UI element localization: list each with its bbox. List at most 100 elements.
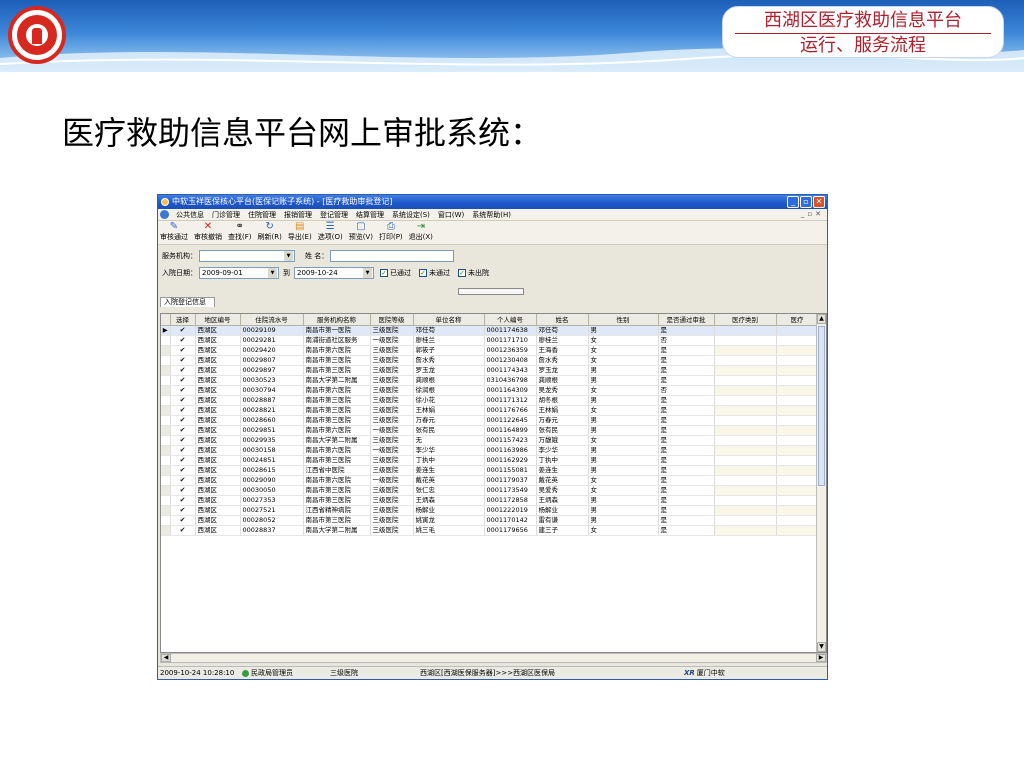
not-approved-checkbox[interactable]: ✓ — [419, 268, 427, 277]
minimize-button[interactable]: _ — [787, 196, 799, 208]
menu-outpatient[interactable]: 门诊管理 — [208, 210, 244, 220]
row-select-checkbox[interactable]: ✔ — [170, 355, 196, 366]
row-select-checkbox[interactable]: ✔ — [170, 505, 196, 516]
table-row[interactable]: ✔ 西湖区 00030050 南昌市第三医院 三级医院 张仁忠 0001173549 吴爱秀女… — [161, 485, 819, 496]
preview-button[interactable]: ▢ 预览(V) — [349, 221, 373, 242]
column-header[interactable]: 住院流水号 — [240, 314, 304, 326]
horizontal-scrollbar[interactable]: ◀ ▶ — [160, 653, 827, 663]
emblem-logo — [8, 6, 66, 64]
row-indicator — [161, 455, 171, 466]
splitter-handle[interactable] — [458, 288, 524, 295]
row-select-checkbox[interactable]: ✔ — [170, 335, 196, 346]
find-button[interactable]: ⚭ 查找(F) — [228, 221, 252, 242]
column-header[interactable]: 地区编号 — [195, 314, 241, 326]
table-row[interactable]: ✔ 西湖区 00028821 南昌市第三医院 三级医院 王林娟 0001176766 王林娟女… — [161, 405, 819, 416]
table-row[interactable]: ✔ 西湖区 00028660 南昌市第三医院 三级医院 万春元 0001122645 万春元男… — [161, 415, 819, 426]
scroll-left-arrow-icon[interactable]: ◀ — [161, 654, 171, 662]
row-select-checkbox[interactable]: ✔ — [170, 495, 196, 506]
approve-button[interactable]: ✎ 审核通过 — [160, 221, 188, 242]
column-header[interactable]: 医疗类别 — [714, 314, 777, 326]
date-to-select[interactable]: 2009-10-24 — [294, 266, 374, 279]
table-row[interactable]: ✔ 西湖区 00024851 南昌市第三医院 三级医院 丁执中 0001162929 丁执中男… — [161, 455, 819, 466]
row-select-checkbox[interactable]: ✔ — [170, 415, 196, 426]
tab-admission-info[interactable]: 入院登记信息 — [160, 297, 215, 307]
row-select-checkbox[interactable]: ✔ — [170, 395, 196, 406]
table-row[interactable]: ✔ 西湖区 00030794 南昌市第六医院 三级医院 徐润根 0001164309 吴龙秀女… — [161, 385, 819, 396]
date-from-select[interactable]: 2009-09-01 — [199, 266, 279, 279]
table-row[interactable]: ✔ 西湖区 00027521 江西省精神病院 三级医院 杨解业 0001222019 杨解业男… — [161, 505, 819, 516]
row-select-checkbox[interactable]: ✔ — [170, 515, 196, 526]
column-header[interactable]: 选择 — [170, 314, 196, 326]
table-row[interactable]: ✔ 西湖区 00027353 南昌市第三医院 三级医院 王炳森 0001172858 王炳森男… — [161, 495, 819, 506]
menu-registration[interactable]: 登记管理 — [316, 210, 352, 220]
scrollbar-thumb[interactable] — [818, 326, 825, 486]
table-row[interactable]: ✔ 西湖区 00028052 南昌市第三医院 三级医院 姚寅龙 0001170142 雷有谦男… — [161, 515, 819, 526]
column-header[interactable]: 医院等级 — [370, 314, 414, 326]
table-row[interactable]: ✔ 西湖区 00030523 南昌大学第二附属 三级医院 龚顺根 0310436798 龚顺根… — [161, 375, 819, 386]
table-cell: 男 — [588, 395, 659, 406]
row-select-checkbox[interactable]: ✔ — [170, 465, 196, 476]
options-button[interactable]: ☰ 选项(O) — [318, 221, 343, 242]
table-row[interactable]: ✔ 西湖区 00030158 南昌市第六医院 一级医院 李少华 0001163986 李少华男… — [161, 445, 819, 456]
export-button[interactable]: ▤ 导出(E) — [288, 221, 312, 242]
menu-inpatient[interactable]: 住院管理 — [244, 210, 280, 220]
row-select-checkbox[interactable]: ✔ — [170, 425, 196, 436]
window-titlebar[interactable]: 中软玉祥医保核心平台(医保记账子系统) - [医疗救助审批登记] _ ▫ ✕ — [158, 195, 827, 209]
close-button[interactable]: ✕ — [813, 196, 825, 208]
row-select-checkbox[interactable]: ✔ — [170, 475, 196, 486]
scroll-right-arrow-icon[interactable]: ▶ — [816, 654, 826, 662]
menu-system-settings[interactable]: 系统设定(S) — [388, 210, 434, 220]
menu-help[interactable]: 系统帮助(H) — [468, 210, 515, 220]
table-row[interactable]: ✔ 西湖区 00029807 南昌市第三医院 三级医院 詹水秀 0001230408 詹水秀女… — [161, 355, 819, 366]
column-header[interactable]: 性别 — [588, 314, 659, 326]
row-select-checkbox[interactable]: ✔ — [170, 525, 196, 536]
maximize-button[interactable]: ▫ — [800, 196, 812, 208]
table-row[interactable]: ✔ 西湖区 00028887 南昌市第三医院 三级医院 徐小花 0001171312 胡冬根男… — [161, 395, 819, 406]
scroll-down-arrow-icon[interactable]: ▼ — [817, 642, 826, 652]
table-row[interactable]: ✔ 西湖区 00029420 南昌市第六医院 三级医院 郭筱子 0001236359 王海香女… — [161, 345, 819, 356]
table-row[interactable]: ✔ 西湖区 00029897 南昌市第三医院 三级医院 罗玉龙 0001174343 罗玉龙男… — [161, 365, 819, 376]
table-row[interactable]: ✔ 西湖区 00029935 南昌大学第二附属 三级医院无 0001157423 万馥娥女是 — [161, 435, 819, 446]
column-header[interactable]: 是否通过审批 — [658, 314, 715, 326]
row-select-checkbox[interactable]: ✔ — [170, 405, 196, 416]
vertical-scrollbar[interactable]: ▲ ▼ — [816, 314, 826, 652]
mdi-window-controls[interactable]: _▫✕ — [801, 210, 824, 218]
row-select-checkbox[interactable]: ✔ — [170, 385, 196, 396]
menu-reimbursement[interactable]: 报销管理 — [280, 210, 316, 220]
refresh-button[interactable]: ↻ 刷新(R) — [258, 221, 282, 242]
row-select-checkbox[interactable]: ✔ — [170, 345, 196, 356]
menu-settlement[interactable]: 结算管理 — [352, 210, 388, 220]
column-header[interactable]: 医疗 — [776, 314, 819, 326]
exit-button[interactable]: ⇥ 退出(X) — [409, 221, 433, 242]
scroll-up-arrow-icon[interactable]: ▲ — [817, 314, 826, 324]
table-cell — [714, 525, 777, 536]
row-select-checkbox[interactable]: ✔ — [170, 455, 196, 466]
menu-public-info[interactable]: 公共信息 — [172, 210, 208, 220]
row-select-checkbox[interactable]: ✔ — [170, 325, 196, 336]
row-select-checkbox[interactable]: ✔ — [170, 375, 196, 386]
row-select-checkbox[interactable]: ✔ — [170, 445, 196, 456]
column-header[interactable]: 单位名称 — [413, 314, 485, 326]
not-discharged-checkbox[interactable]: ✓ — [458, 268, 466, 277]
row-select-checkbox[interactable]: ✔ — [170, 485, 196, 496]
column-header[interactable]: 服务机构名称 — [303, 314, 371, 326]
table-row[interactable]: ✔ 西湖区 00029090 南昌市第六医院 一级医院 戴花英 0001179037 戴花英女… — [161, 475, 819, 486]
column-header[interactable]: 姓名 — [536, 314, 589, 326]
table-row[interactable]: ✔ 西湖区 00029281 南浦街道社区服务 一级医院 廖桂兰 0001171710 廖桂兰… — [161, 335, 819, 346]
table-row[interactable]: ✔ 西湖区 00029851 南昌市第六医院 一级医院 张有民 0001164899 张有民男… — [161, 425, 819, 436]
table-row[interactable]: ▶ ✔ 西湖区 00029109 南昌市第一医院 三级医院 邓任苟 0001174638 邓任苟… — [161, 325, 819, 336]
menu-window[interactable]: 窗口(W) — [434, 210, 468, 220]
name-input[interactable] — [330, 249, 455, 262]
org-select[interactable] — [199, 249, 295, 262]
refresh-icon: ↻ — [265, 221, 274, 232]
row-select-checkbox[interactable]: ✔ — [170, 365, 196, 376]
table-row[interactable]: ✔ 西湖区 00028615 江西省中医院 三级医院 姜连生 0001155081 姜连生男是 — [161, 465, 819, 476]
table-cell: 西湖区 — [195, 415, 241, 426]
column-header[interactable]: 个人编号 — [484, 314, 537, 326]
revoke-button[interactable]: ✕ 审核撤销 — [194, 221, 222, 242]
table-cell: 是 — [658, 375, 715, 386]
row-select-checkbox[interactable]: ✔ — [170, 435, 196, 446]
table-row[interactable]: ✔ 西湖区 00028837 南昌大学第二附属 三级医院 姚三毛 0001179656 建三子… — [161, 525, 819, 536]
approved-checkbox[interactable]: ✓ — [380, 268, 388, 277]
print-button[interactable]: ⎙ 打印(P) — [379, 221, 403, 242]
